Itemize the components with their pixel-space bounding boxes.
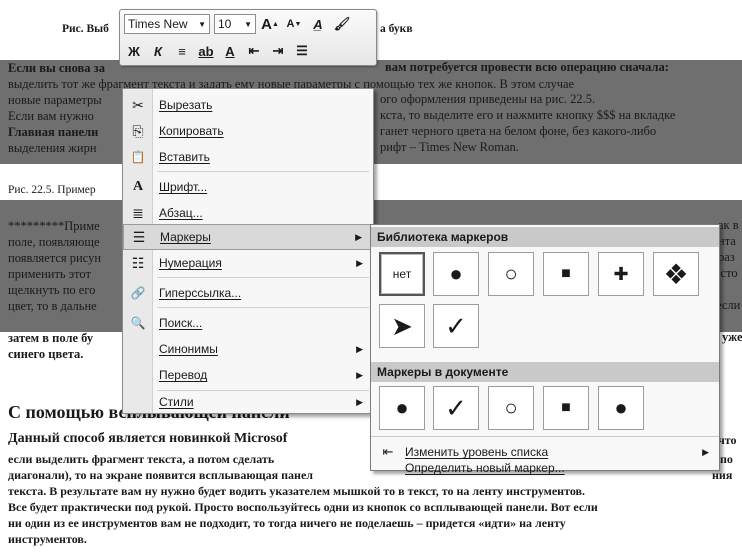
styles-button[interactable]: A̲ (308, 14, 328, 34)
menu-item-synonyms[interactable]: Синонимы ▶ (123, 336, 373, 362)
bullet-hollow-circle-option[interactable]: ○ (488, 252, 534, 296)
bullet-cross-option[interactable]: ✚ (598, 252, 644, 296)
font-size-value: 10 (218, 17, 232, 31)
menu-item-hyperlink[interactable]: 🔗 Гиперссылка... (123, 280, 373, 306)
format-painter-button[interactable]: 🖌 (332, 14, 352, 34)
para-line: если выделить фрагмент текста, а потом с… (8, 452, 275, 466)
define-new-bullet-item[interactable]: Определить новый маркер... (371, 461, 719, 475)
doc-bullet-option[interactable]: ○ (488, 386, 534, 430)
menu-item-paste[interactable]: 📋 Вставить (123, 144, 373, 170)
menu-item-translate[interactable]: Перевод ▶ (123, 362, 373, 388)
bullets-icon: ☰ (296, 43, 308, 58)
line-tail: уже (722, 330, 742, 344)
line-tail: вам потребуется провести всю операцию сн… (385, 60, 669, 74)
submenu-arrow-icon: ▶ (702, 446, 709, 457)
menu-item-paragraph[interactable]: ≣ Абзац... (123, 200, 373, 226)
para-line: инструментов. (8, 532, 87, 546)
numbering-icon: ☷ (131, 254, 145, 271)
para-tail: что (718, 433, 737, 447)
doc-bullet-option[interactable]: ● (598, 386, 644, 430)
line-tail: ого оформления приведены на рис. 22.5. (380, 92, 596, 106)
chevron-down-icon: ▼ (198, 19, 206, 29)
chevron-down-icon: ▼ (244, 19, 252, 29)
para-line: текста. В результате вам ну нужно будет … (8, 484, 586, 498)
figure-caption-end: а букв (380, 23, 413, 35)
scissors-icon: ✂ (132, 96, 144, 113)
menu-item-font[interactable]: A Шрифт... (123, 174, 373, 200)
line-tail: кста, то выделите его и нажмите кнопку $… (380, 108, 676, 122)
para-line: диагонали), то на экране появится всплыв… (8, 468, 314, 482)
copy-icon: ⎘ (132, 122, 144, 139)
bullet-filled-circle-option[interactable]: ● (433, 252, 479, 296)
decrease-indent-icon: ⇤ (248, 43, 260, 58)
font-color-button[interactable]: A (220, 41, 240, 61)
bullet-check-option[interactable]: ✓ (433, 304, 479, 348)
bullets-submenu: Библиотека маркеров нет ● ○ ■ ✚ ❖ ➤ ✓ Ма… (370, 224, 720, 475)
submenu-arrow-icon: ▶ (356, 369, 363, 380)
styles-icon: A̲ (313, 16, 323, 32)
bullets-icon: ☰ (132, 228, 146, 245)
menu-separator (157, 171, 369, 172)
bullet-none-option[interactable]: нет (379, 252, 425, 296)
panel-separator (371, 436, 719, 437)
increase-indent-button[interactable]: ⇥ (268, 41, 288, 61)
figure-caption-tail: а букв (380, 23, 413, 35)
font-name-combo[interactable]: Times New ▼ (124, 14, 210, 34)
brush-icon: 🖌 (333, 16, 351, 31)
doc-bullet-option[interactable]: ■ (543, 386, 589, 430)
decrease-indent-button[interactable]: ⇤ (244, 41, 264, 61)
doc-bullet-option[interactable]: ● (379, 386, 425, 430)
bullet-diamond-option[interactable]: ❖ (653, 252, 699, 296)
bullet-square-option[interactable]: ■ (543, 252, 589, 296)
font-icon: A (132, 179, 144, 194)
align-center-button[interactable]: ≡ (172, 41, 192, 61)
submenu-arrow-icon: ▶ (356, 257, 363, 268)
italic-button[interactable]: К (148, 41, 168, 61)
search-icon: 🔍 (130, 316, 146, 330)
para-line: Все будет практически под рукой. Просто … (8, 500, 598, 514)
doc-bullet-option[interactable]: ✓ (433, 386, 479, 430)
menu-item-cut[interactable]: ✂ Вырезать (123, 92, 373, 118)
menu-item-search[interactable]: 🔍 Поиск... (123, 310, 373, 336)
figure-caption-start: Рис. Выб (62, 23, 109, 35)
submenu-arrow-icon: ▶ (355, 231, 362, 242)
paste-icon: 📋 (130, 150, 146, 164)
para-line: ни один из ее инструментов вам не подход… (8, 516, 566, 530)
paragraph-icon: ≣ (132, 204, 144, 221)
menu-item-copy[interactable]: ⎘ Копировать (123, 118, 373, 144)
submenu-arrow-icon: ▶ (356, 396, 363, 407)
context-menu: ✂ Вырезать ⎘ Копировать 📋 Вставить A Шри… (122, 88, 374, 414)
bullet-library-header: Библиотека маркеров (371, 227, 719, 247)
highlight-button[interactable]: ab (196, 41, 216, 61)
line-tail: ганет черного цвета на белом фоне, без к… (380, 124, 657, 138)
menu-separator (157, 307, 369, 308)
highlight-icon: ab (198, 43, 214, 59)
document-bullets-header: Маркеры в документе (371, 362, 719, 382)
list-level-icon: ⇤ (382, 444, 394, 459)
mini-toolbar: Times New ▼ 10 ▼ A ▲ A ▼ A̲ 🖌 Ж К ≡ ab A ⇤… (119, 9, 377, 66)
increase-indent-icon: ⇥ (272, 43, 284, 58)
bold-button[interactable]: Ж (124, 41, 144, 61)
shrink-font-button[interactable]: A ▼ (284, 14, 304, 34)
line-tail: раз (718, 250, 735, 264)
figure-caption: Рис. Выб (62, 23, 109, 35)
bullet-arrow-option[interactable]: ➤ (379, 304, 425, 348)
menu-item-numbering[interactable]: ☷ Нумерация ▶ (123, 250, 373, 276)
menu-separator (157, 277, 369, 278)
menu-item-bullets[interactable]: ☰ Маркеры ▶ (123, 224, 373, 250)
line-tail: ак в (718, 218, 739, 232)
align-center-icon: ≡ (178, 43, 186, 59)
bullets-button[interactable]: ☰ (292, 41, 312, 61)
para-line: Данный способ является новинкой Microsof (8, 431, 288, 446)
menu-item-styles[interactable]: Стили ▶ (123, 389, 373, 415)
font-name-value: Times New (128, 17, 188, 31)
submenu-arrow-icon: ▶ (356, 343, 363, 354)
hyperlink-icon: 🔗 (130, 286, 146, 300)
grow-font-button[interactable]: A ▲ (260, 14, 280, 34)
line-tail: рифт – Times New Roman. (380, 140, 519, 154)
font-size-combo[interactable]: 10 ▼ (214, 14, 256, 34)
line-tail: нта (718, 234, 736, 248)
